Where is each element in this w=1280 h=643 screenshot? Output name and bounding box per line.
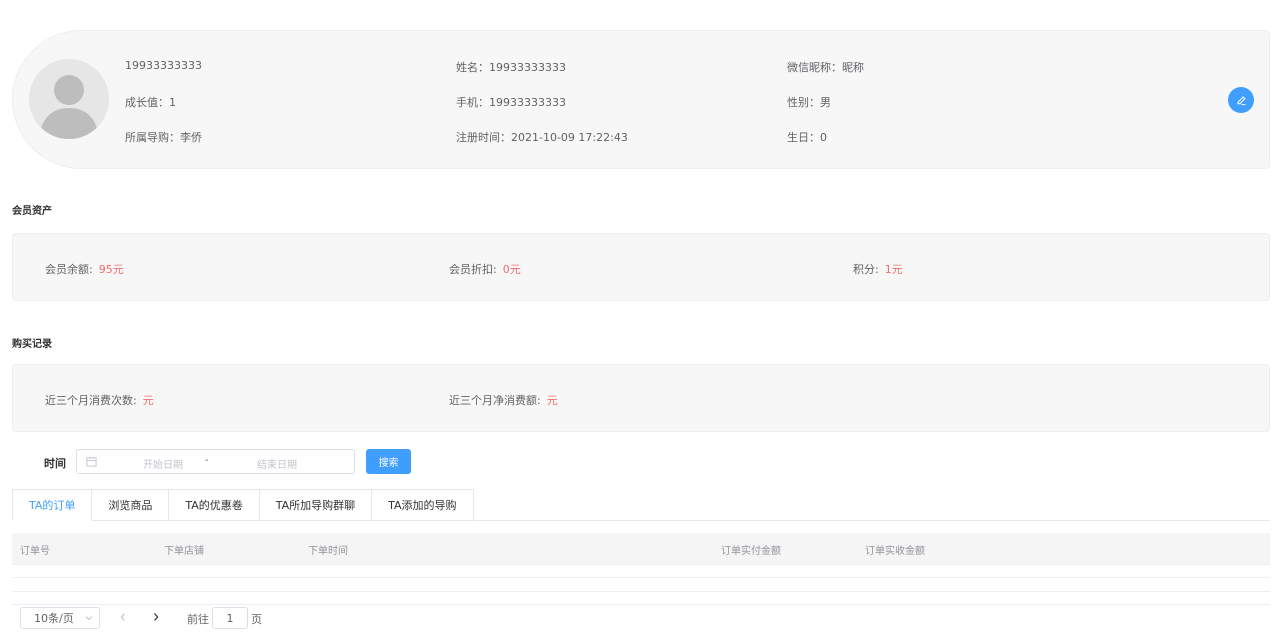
tab-ta-orders[interactable]: TA的订单 xyxy=(12,489,93,521)
consume-count-value: 元 xyxy=(142,394,154,407)
time-filter-label: 时间 xyxy=(44,457,66,470)
column-order-no: 订单号 xyxy=(20,546,50,557)
record-tabs: TA的订单 浏览商品 TA的优惠卷 TA所加导购群聊 TA添加的导购 xyxy=(12,489,474,521)
table-row-divider xyxy=(12,591,1270,592)
orders-table-header: 订单号 下单店铺 下单时间 订单实付金额 订单实收金额 xyxy=(12,533,1270,565)
member-profile-card: 19933333333 成长值：1 所属导购：李侨 姓名：19933333333… xyxy=(12,30,1270,169)
end-date-input[interactable]: 结束日期 xyxy=(245,456,309,471)
member-guide: 所属导购：李侨 xyxy=(125,131,202,144)
calendar-icon xyxy=(86,456,97,467)
purchase-section-title: 购买记录 xyxy=(12,339,52,350)
points-value: 1元 xyxy=(884,263,903,276)
consume-count-label: 近三个月消费次数: xyxy=(45,394,137,407)
goto-label: 前往 xyxy=(187,613,209,626)
edit-icon xyxy=(1236,95,1246,105)
member-phone: 手机：19933333333 xyxy=(456,96,566,109)
tab-ta-coupons[interactable]: TA的优惠卷 xyxy=(169,489,260,521)
user-avatar-icon xyxy=(29,59,109,139)
member-birthday: 生日：0 xyxy=(787,131,827,144)
member-name: 姓名：19933333333 xyxy=(456,61,566,74)
next-page-button[interactable] xyxy=(149,609,163,625)
page-size-value: 10条/页 xyxy=(34,612,74,625)
tab-browsed-products[interactable]: 浏览商品 xyxy=(92,489,170,521)
table-row-divider xyxy=(12,577,1270,578)
assets-panel: 会员余额: 95元 会员折扣: 0元 积分: 1元 xyxy=(12,233,1270,301)
discount-label: 会员折扣: xyxy=(449,263,497,276)
column-store: 下单店铺 xyxy=(164,546,204,557)
page-size-select[interactable]: 10条/页 xyxy=(20,607,100,629)
column-paid-amount: 订单实付金额 xyxy=(721,546,781,557)
discount-stat: 会员折扣: 0元 xyxy=(449,261,521,277)
tab-added-guides[interactable]: TA添加的导购 xyxy=(372,489,474,521)
consume-amount-stat: 近三个月净消费额: 元 xyxy=(449,392,558,408)
consume-amount-label: 近三个月净消费额: xyxy=(449,394,541,407)
column-received-amount: 订单实收金额 xyxy=(865,546,925,557)
member-gender: 性别：男 xyxy=(787,96,831,109)
member-account: 19933333333 xyxy=(125,59,202,72)
date-range-picker[interactable]: 开始日期 - 结束日期 xyxy=(76,449,355,474)
page-unit-label: 页 xyxy=(251,613,262,626)
consume-count-stat: 近三个月消费次数: 元 xyxy=(45,392,154,408)
balance-value: 95元 xyxy=(98,263,124,276)
purchase-panel: 近三个月消费次数: 元 近三个月净消费额: 元 xyxy=(12,364,1270,432)
table-bottom-border xyxy=(12,604,1270,605)
member-growth: 成长值：1 xyxy=(125,96,176,109)
chevron-down-icon xyxy=(85,616,93,621)
tabs-divider xyxy=(475,520,1270,521)
consume-amount-value: 元 xyxy=(546,394,558,407)
balance-label: 会员余额: xyxy=(45,263,93,276)
discount-value: 0元 xyxy=(502,263,521,276)
member-wechat-nickname: 微信昵称：昵称 xyxy=(787,61,864,74)
start-date-input[interactable]: 开始日期 xyxy=(131,456,195,471)
edit-profile-button[interactable] xyxy=(1228,87,1254,113)
assets-section-title: 会员资产 xyxy=(12,206,52,217)
goto-page-input[interactable] xyxy=(212,607,248,629)
prev-page-button[interactable] xyxy=(116,609,130,625)
tab-guide-groups[interactable]: TA所加导购群聊 xyxy=(259,489,373,521)
column-order-time: 下单时间 xyxy=(308,546,348,557)
member-register-time: 注册时间：2021-10-09 17:22:43 xyxy=(456,131,628,144)
balance-stat: 会员余额: 95元 xyxy=(45,261,124,277)
chevron-left-icon xyxy=(120,613,125,621)
chevron-right-icon xyxy=(154,613,159,621)
search-button[interactable]: 搜索 xyxy=(366,449,411,474)
points-label: 积分: xyxy=(853,263,879,276)
date-separator: - xyxy=(205,455,209,466)
points-stat: 积分: 1元 xyxy=(853,261,903,277)
